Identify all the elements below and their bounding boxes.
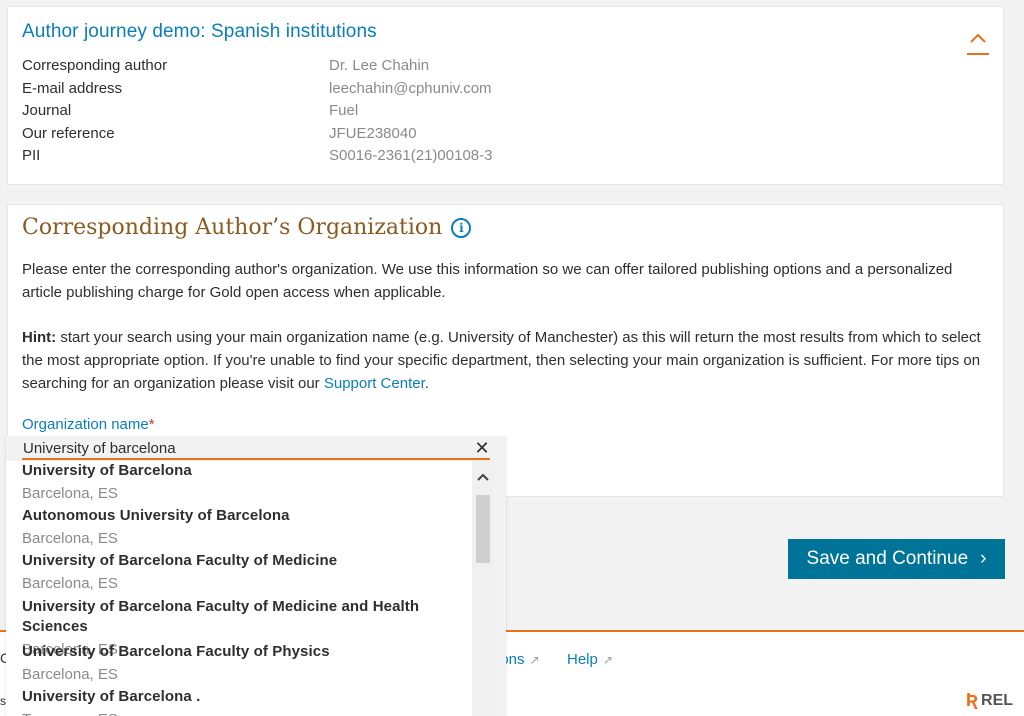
info-value: leechahin@cphuniv.com: [329, 79, 492, 97]
organization-option[interactable]: University of Barcelona Barcelona, ES: [6, 461, 472, 506]
hint-paragraph: Hint: start your search using your main …: [22, 326, 982, 395]
info-value: S0016-2361(21)00108-3: [329, 147, 493, 164]
intro-paragraph: Please enter the corresponding author's …: [22, 261, 953, 301]
field-label-text: Organization name: [22, 416, 149, 433]
info-value: JFUE238040: [329, 124, 417, 142]
save-and-continue-button[interactable]: Save and Continue ›: [788, 539, 1005, 579]
organization-title: Corresponding Author’s Organization: [22, 215, 443, 240]
organization-heading: Corresponding Author’s Organization i: [22, 215, 472, 240]
option-location: Barcelona, ES: [22, 530, 118, 548]
collapse-button[interactable]: [967, 31, 989, 55]
hint-text: start your search using your main organi…: [22, 329, 981, 392]
info-row: Our reference JFUE238040: [22, 123, 492, 146]
chevron-right-icon: ›: [980, 548, 987, 569]
hint-label: Hint:: [22, 329, 57, 346]
info-row: PII S0016-2361(21)00108-3: [22, 145, 492, 168]
info-label: PII: [22, 147, 41, 164]
manuscript-summary-card: Author journey demo: Spanish institution…: [7, 6, 1004, 185]
option-name: University of Barcelona: [22, 462, 192, 479]
organization-option[interactable]: University of Barcelona Faculty of Medic…: [6, 551, 472, 596]
organization-name-label: Organization name*: [22, 416, 155, 433]
summary-title: Author journey demo: Spanish institution…: [22, 21, 377, 42]
info-value: Dr. Lee Chahin: [329, 57, 430, 74]
relx-logo: Ʀ REL: [966, 690, 1013, 711]
search-input-wrapper: ✕: [6, 436, 506, 461]
organization-option[interactable]: University of Barcelona . Tarragona, ES: [6, 687, 472, 716]
organization-option[interactable]: University of Barcelona Faculty of Physi…: [6, 642, 472, 687]
summary-info-grid: Corresponding author Dr. Lee Chahin E-ma…: [22, 55, 492, 168]
footer-link-help[interactable]: Help ↗: [567, 651, 613, 668]
option-location: Barcelona, ES: [22, 485, 118, 502]
external-link-icon: ↗: [602, 653, 613, 667]
organization-options-list: University of Barcelona Barcelona, ES Au…: [6, 461, 472, 716]
option-name: University of Barcelona Faculty of Medic…: [22, 597, 420, 635]
combobox-gutter: [494, 461, 506, 716]
option-location: Tarragona, ES: [22, 707, 472, 716]
relx-logo-mark: Ʀ: [966, 690, 979, 710]
info-label: E-mail address: [22, 79, 123, 97]
organization-combobox: ✕ University of Barcelona Barcelona, ES …: [6, 436, 506, 716]
required-mark: *: [148, 416, 155, 433]
scrollbar-thumb[interactable]: [476, 495, 490, 563]
info-row: E-mail address leechahin@cphuniv.com: [22, 78, 492, 101]
scrollbar[interactable]: [472, 461, 494, 716]
organization-option[interactable]: University of Barcelona Faculty of Medic…: [6, 597, 472, 658]
option-name: Autonomous University of Barcelona: [22, 507, 290, 525]
info-label: Our reference: [22, 124, 115, 142]
footer-link-label: Help: [567, 651, 598, 668]
external-link-icon: ↗: [529, 653, 540, 667]
info-label: Journal: [22, 102, 72, 119]
collapse-underline: [967, 53, 989, 55]
organization-search-input[interactable]: [22, 438, 490, 460]
option-location: Barcelona, ES: [22, 665, 118, 683]
option-name: University of Barcelona Faculty of Medic…: [22, 552, 338, 570]
option-name: University of Barcelona .: [22, 687, 201, 705]
hint-end: .: [424, 375, 429, 392]
organization-option[interactable]: Autonomous University of Barcelona Barce…: [6, 506, 472, 551]
info-row: Journal Fuel: [22, 100, 492, 123]
save-button-label: Save and Continue: [806, 548, 969, 569]
clear-icon[interactable]: ✕: [472, 438, 492, 458]
info-icon[interactable]: i: [451, 217, 472, 238]
support-center-link[interactable]: Support Center: [324, 375, 425, 392]
option-location: Barcelona, ES: [22, 575, 118, 593]
relx-logo-text: REL: [981, 691, 1014, 709]
option-name: University of Barcelona Faculty of Physi…: [22, 642, 330, 660]
info-label: Corresponding author: [22, 57, 168, 74]
info-value: Fuel: [329, 102, 359, 119]
scroll-up-icon[interactable]: [472, 469, 494, 485]
chevron-up-icon: [970, 33, 986, 43]
info-row: Corresponding author Dr. Lee Chahin: [22, 55, 492, 78]
